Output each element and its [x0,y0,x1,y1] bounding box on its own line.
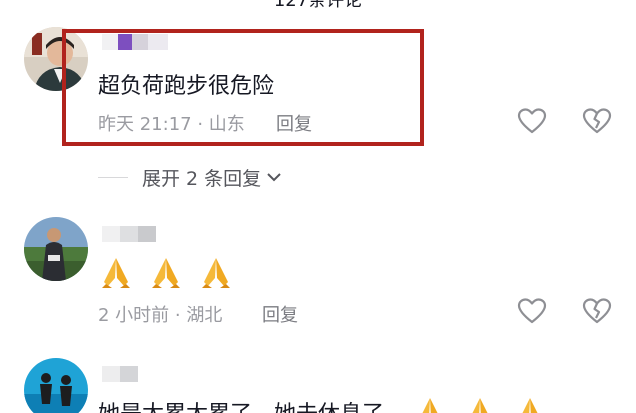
heart-icon[interactable] [517,107,547,135]
avatar[interactable] [24,217,88,281]
avatar[interactable] [24,358,88,413]
dislike-icon[interactable] [582,297,612,325]
comment-time-location: 2 小时前 · 湖北 [98,305,223,326]
divider [98,176,128,178]
folded-hands-icon [472,398,488,413]
comment-count-title: 127条评论 [273,0,363,11]
chevron-down-icon [267,173,281,182]
folded-hands-icon [152,258,180,288]
expand-replies-button[interactable]: 展开 2 条回复 [98,164,283,190]
folded-hands-icon [202,258,230,288]
highlight-annotation-box [62,29,424,146]
comment-text: 她是太累太累了，她去休息了 [98,396,384,413]
dislike-icon[interactable] [582,107,612,135]
folded-hands-icon [522,398,538,413]
folded-hands-icon [422,398,438,413]
username[interactable] [102,366,138,384]
heart-icon[interactable] [517,297,547,325]
folded-hands-icon [102,258,130,288]
reply-button[interactable]: 回复 [262,301,298,327]
comments-panel: 127条评论 超负荷跑步很危险 昨天 21:17 · 山东 回复 展开 2 条回… [0,0,636,413]
expand-replies-label: 展开 2 条回复 [142,167,262,190]
username[interactable] [102,226,156,244]
emoji-row [412,394,548,413]
emoji-row [98,254,234,290]
